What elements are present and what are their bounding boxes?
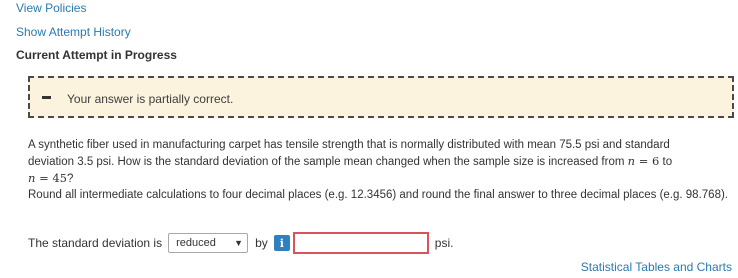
rounding-instructions: Round all intermediate calculations to f…: [28, 189, 728, 201]
n2-value: = 45: [35, 171, 68, 185]
view-policies-link[interactable]: View Policies: [16, 1, 86, 15]
feedback-message: Your answer is partially correct.: [67, 92, 234, 106]
change-direction-select[interactable]: reduced ▼: [168, 233, 249, 253]
answer-row: The standard deviation is reduced ▼ by i…: [28, 232, 453, 254]
current-attempt-heading: Current Attempt in Progress: [16, 48, 177, 62]
chevron-down-icon: ▼: [234, 238, 244, 248]
unit-label: psi.: [434, 236, 454, 250]
question-text: A synthetic fiber used in manufacturing …: [28, 137, 728, 203]
question-line-3: n = 45?: [28, 170, 728, 187]
n1-equation: = 6: [635, 154, 660, 168]
question-to: to: [659, 156, 673, 168]
answer-label: The standard deviation is: [28, 236, 163, 250]
minus-icon: [42, 96, 51, 99]
question-mark: ?: [67, 173, 74, 185]
select-value: reduced: [176, 237, 216, 249]
n-variable: n: [627, 154, 636, 168]
n2-equation: = 45: [35, 171, 67, 185]
by-label: by: [255, 236, 268, 250]
statistical-tables-link[interactable]: Statistical Tables and Charts: [581, 260, 732, 274]
question-line-2: deviation 3.5 psi. How is the standard d…: [28, 153, 728, 170]
n1-value: = 6: [635, 154, 660, 168]
show-attempt-history-link[interactable]: Show Attempt History: [16, 25, 131, 39]
answer-input[interactable]: [292, 232, 429, 254]
question-line-2-text: deviation 3.5 psi. How is the standard d…: [28, 156, 625, 168]
question-line-1: A synthetic fiber used in manufacturing …: [28, 139, 670, 151]
feedback-banner: Your answer is partially correct.: [28, 76, 734, 118]
info-icon[interactable]: i: [273, 235, 290, 251]
